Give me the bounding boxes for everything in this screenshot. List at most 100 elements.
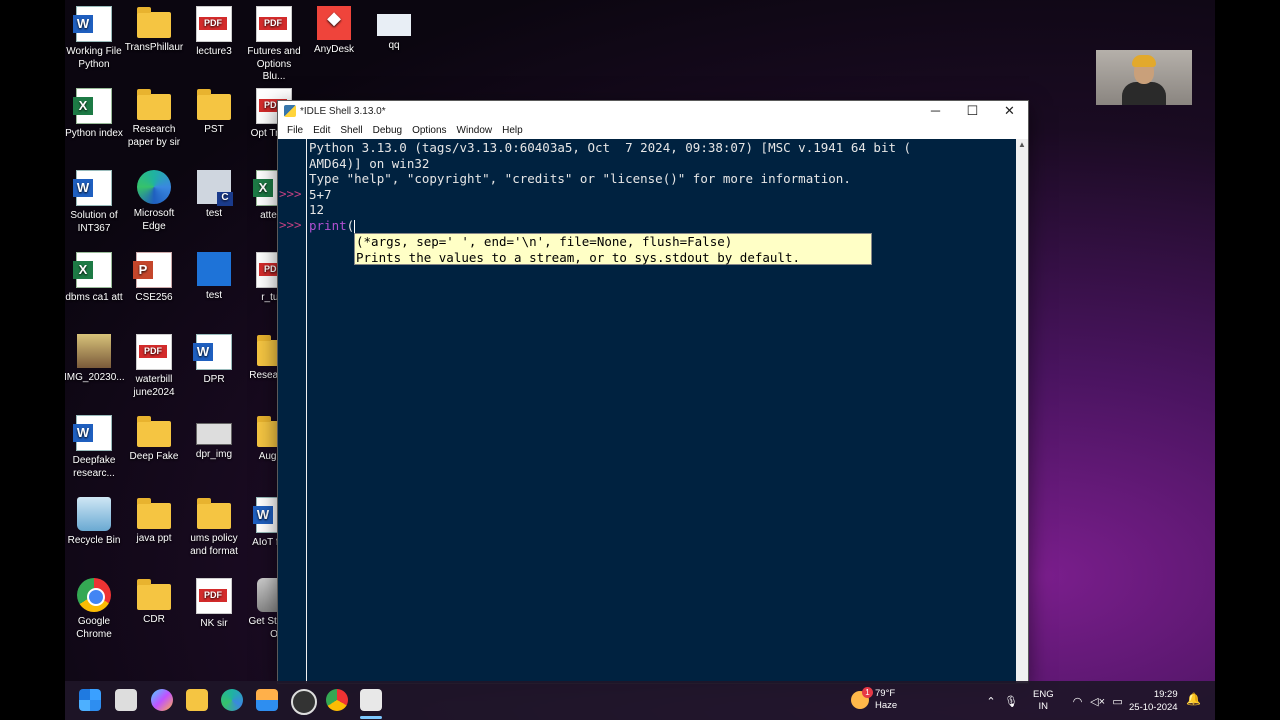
volume-muted-icon[interactable]: ◁× [1088,695,1108,708]
region-code: IN [1038,701,1049,712]
banner-line: AMD64)] on win32 [309,155,430,171]
desktop-icon-label: dbms ca1 att [65,292,123,303]
calltip-tooltip: (*args, sep=' ', end='\n', file=None, fl… [354,233,872,265]
desktop-icon-label: NK sir [200,618,228,629]
desktop-icon[interactable]: qq [364,2,424,53]
wifi-icon[interactable]: ◠ [1068,695,1088,708]
desktop-icon[interactable]: java ppt [124,493,184,546]
desktop-icon[interactable]: Deepfake researc... [65,411,124,480]
date: 25-10-2024 [1129,702,1178,713]
shell-editor[interactable]: >>> >>> Python 3.13.0 (tags/v3.13.0:6040… [278,139,1016,683]
language-indicator[interactable]: ENG IN [1033,689,1054,713]
notification-bell-icon[interactable]: 🔔 [1186,692,1201,706]
window-title: *IDLE Shell 3.13.0* [300,105,386,117]
chrome-icon[interactable] [326,689,348,711]
menu-debug[interactable]: Debug [368,125,407,136]
pdf-icon [196,6,232,42]
file-icon [377,14,411,36]
word-doc-icon [73,415,112,451]
maximize-button[interactable]: ☐ [954,101,991,121]
weather-badge: 1 [862,687,873,698]
powerpoint-icon [133,252,172,288]
desktop-icon[interactable]: Working File Python [65,2,124,71]
output-line: 12 [309,202,325,218]
open-paren: ( [346,217,355,233]
desktop-icon-label: test [205,290,223,301]
desktop-icon-label: CSE256 [135,292,173,303]
desktop-icon-label: AnyDesk [313,44,354,55]
chatgpt-icon[interactable] [291,689,317,715]
desktop-icon[interactable]: TransPhillaur [124,2,184,55]
copilot-icon[interactable] [151,689,173,711]
desktop-icon[interactable]: dpr_img [184,411,244,462]
desktop-icon[interactable]: Recycle Bin [65,493,124,548]
folder-icon [137,416,171,447]
desktop-icon[interactable]: Deep Fake [124,411,184,464]
menu-file[interactable]: File [282,125,308,136]
desktop-icon[interactable]: ums policy and format [184,493,244,558]
desktop-icon-label: PST [204,124,224,135]
microphone-icon[interactable]: 🎙 [1001,695,1021,708]
desktop-icon-label: IMG_20230... [65,372,125,383]
desktop-icon[interactable]: Research paper by sir [124,84,184,149]
menu-options[interactable]: Options [407,125,451,136]
desktop-icon-label: Research paper by sir [127,124,181,148]
close-button[interactable]: ✕ [991,101,1028,121]
taskbar: 1 79°F Haze ⌃ 🎙 ENG IN ◠ ◁× ▭ 19:29 25-1… [65,681,1215,720]
pdf-icon [196,578,232,614]
word-doc-icon [73,170,112,206]
desktop-icon-label: Deepfake researc... [72,455,116,479]
chrome-icon [77,578,111,612]
desktop-icon[interactable]: dbms ca1 att [65,248,124,305]
desktop-icon[interactable]: Microsoft Edge [124,166,184,233]
desktop-icon[interactable]: IMG_20230... [65,330,125,385]
desktop-icon[interactable]: CSE256 [124,248,184,305]
start-icon[interactable] [79,689,101,711]
weather-desc: Haze [875,700,898,711]
desktop-icon-label: Microsoft Edge [133,208,175,232]
store-icon[interactable] [256,689,278,711]
desktop-icon[interactable]: Google Chrome [65,574,124,641]
vertical-scrollbar[interactable]: ▲ [1016,139,1028,683]
weather-widget[interactable]: 1 79°F Haze [851,687,898,712]
task-view-icon[interactable] [115,689,137,711]
desktop-icon[interactable]: test [184,166,244,221]
webcam-overlay [1096,50,1192,105]
edge-icon[interactable] [221,689,243,711]
desktop-icon[interactable]: DPR [184,330,244,387]
desktop-icon[interactable]: Python index [65,84,124,141]
photo-icon [77,334,111,368]
menu-window[interactable]: Window [452,125,498,136]
weather-temp: 79°F [875,688,896,699]
desktop-icon[interactable]: Futures and Options Blu... [244,2,304,84]
menu-help[interactable]: Help [497,125,528,136]
desktop-icon-label: java ppt [136,533,172,544]
edge-icon [137,170,171,204]
clock[interactable]: 19:29 25-10-2024 [1129,688,1178,714]
prompt-gutter: >>> >>> [278,139,307,683]
excel-icon [73,88,112,124]
desktop-icon-label: waterbill june2024 [133,374,175,398]
pdf-icon [136,334,172,370]
desktop-icon[interactable]: PST [184,84,244,137]
minimize-button[interactable]: ─ [917,101,954,121]
file-explorer-icon[interactable] [186,689,208,711]
scroll-up-icon[interactable]: ▲ [1016,139,1028,151]
desktop-icon[interactable]: AnyDesk [304,2,364,57]
desktop-icon[interactable]: Solution of INT367 [65,166,124,235]
desktop-icon[interactable]: lecture3 [184,2,244,59]
desktop-icon[interactable]: NK sir [184,574,244,631]
desktop-icon[interactable]: waterbill june2024 [124,330,184,399]
word-doc-icon [73,6,112,42]
active-app-indicator [360,716,382,719]
idle-icon[interactable] [360,689,382,711]
weather-icon: 1 [851,687,873,709]
word-doc-icon [193,334,232,370]
menu-edit[interactable]: Edit [308,125,335,136]
desktop-icon[interactable]: CDR [124,574,184,627]
menu-shell[interactable]: Shell [335,125,367,136]
desktop-icon[interactable]: test [184,248,244,303]
battery-icon[interactable]: ▭ [1108,695,1128,708]
chevron-up-icon[interactable]: ⌃ [981,695,1001,708]
desktop-icon-label: Deep Fake [129,451,179,462]
